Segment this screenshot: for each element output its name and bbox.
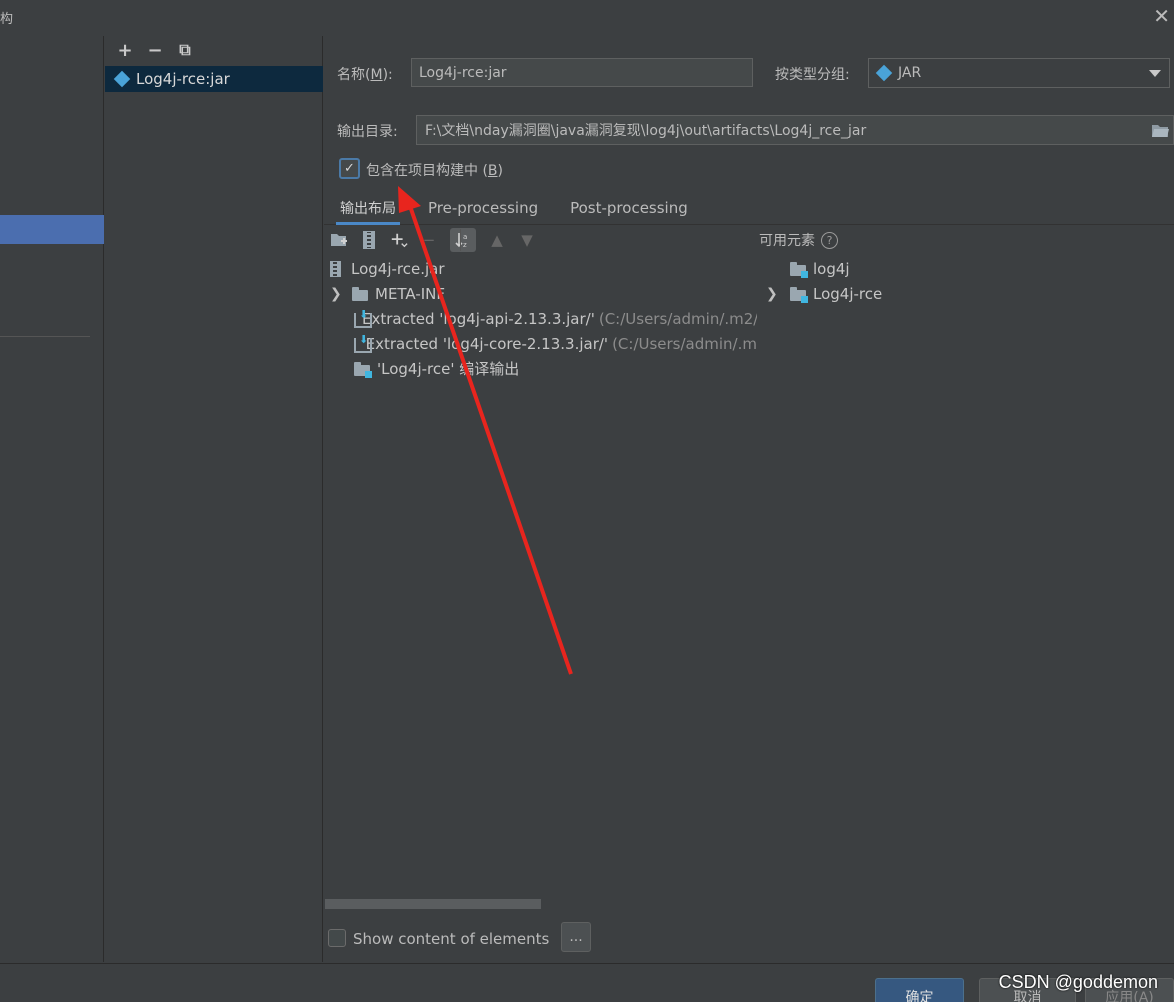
module-folder-icon bbox=[790, 261, 808, 278]
tab-bar: 输出布局 Pre-processing Post-processing bbox=[324, 192, 1174, 225]
output-layout-tree: Log4j-rce.jar ❯ META-INF Extracted 'log4… bbox=[330, 256, 757, 381]
module-folder-icon bbox=[354, 361, 372, 378]
tree-item-label: 'Log4j-rce' 编译输出 bbox=[377, 360, 520, 378]
tree-root[interactable]: Log4j-rce.jar bbox=[330, 256, 757, 281]
ok-button[interactable]: 确定 bbox=[875, 978, 964, 1002]
toolbar-divider bbox=[460, 229, 461, 251]
tree-root-label: Log4j-rce.jar bbox=[351, 259, 445, 278]
tab-pre-processing[interactable]: Pre-processing bbox=[412, 192, 554, 224]
tree-item-extracted-api[interactable]: Extracted 'log4j-api-2.13.3.jar/' (C:/Us… bbox=[330, 306, 757, 331]
include-in-build-label: 包含在项目构建中 (B) bbox=[366, 163, 503, 179]
include-in-build-checkbox[interactable]: ✓ bbox=[339, 158, 360, 179]
remove-element-icon[interactable]: − bbox=[420, 231, 438, 249]
move-down-icon[interactable]: ▼ bbox=[518, 231, 536, 249]
tree-item-path: (C:/Users/admin/.m bbox=[612, 334, 757, 353]
tree-item-compile-output[interactable]: 'Log4j-rce' 编译输出 bbox=[330, 356, 757, 381]
type-dropdown[interactable]: JAR bbox=[868, 58, 1170, 88]
available-item-label: log4j bbox=[813, 259, 850, 278]
chevron-right-icon[interactable]: ❯ bbox=[766, 286, 780, 302]
archive-icon[interactable] bbox=[360, 231, 378, 249]
new-folder-icon[interactable] bbox=[330, 231, 348, 249]
show-content-label: Show content of elements bbox=[353, 930, 550, 948]
available-item-label: Log4j-rce bbox=[813, 284, 883, 303]
window-title: 构 bbox=[0, 12, 14, 27]
output-dir-field[interactable]: F:\文档\nday漏洞圈\java漏洞复现\log4j\out\artifac… bbox=[416, 115, 1174, 145]
tree-item-meta-inf[interactable]: ❯ META-INF bbox=[330, 281, 757, 306]
tab-output-layout[interactable]: 输出布局 bbox=[324, 192, 412, 225]
module-folder-icon bbox=[790, 286, 808, 303]
folder-icon bbox=[352, 286, 368, 301]
svg-text:a: a bbox=[463, 233, 467, 241]
tree-item-path: (C:/Users/admin/.m2/ bbox=[598, 309, 757, 328]
chevron-right-icon[interactable]: ❯ bbox=[330, 286, 344, 302]
artifact-toolbar: + − ⧉ bbox=[105, 36, 322, 64]
name-label: 名称(M): bbox=[337, 67, 393, 83]
name-field[interactable]: Log4j-rce:jar bbox=[411, 58, 753, 87]
extract-icon bbox=[354, 333, 371, 353]
tree-item-label: Extracted 'log4j-core-2.13.3.jar/' bbox=[365, 334, 609, 353]
move-up-icon[interactable]: ▲ bbox=[488, 231, 506, 249]
tab-post-processing[interactable]: Post-processing bbox=[554, 192, 704, 224]
available-item-log4j[interactable]: log4j bbox=[766, 256, 882, 281]
output-dir-value: F:\文档\nday漏洞圈\java漏洞复现\log4j\out\artifac… bbox=[425, 123, 867, 139]
chevron-down-icon bbox=[1149, 70, 1161, 77]
available-elements-header: 可用元素 ? bbox=[759, 230, 838, 250]
close-icon[interactable]: ✕ bbox=[1153, 6, 1170, 26]
watermark: CSDN @goddemon bbox=[998, 972, 1158, 992]
type-label: 按类型分组: bbox=[775, 67, 850, 83]
output-dir-label: 输出目录: bbox=[337, 124, 398, 140]
artifact-item-label: Log4j-rce:jar bbox=[136, 70, 230, 88]
tree-item-label: META-INF bbox=[375, 284, 446, 303]
add-icon[interactable]: + bbox=[115, 40, 135, 61]
more-options-button[interactable]: ... bbox=[561, 922, 591, 952]
help-icon[interactable]: ? bbox=[821, 231, 838, 249]
archive-icon bbox=[330, 260, 341, 277]
artifact-list-panel: + − ⧉ Log4j-rce:jar bbox=[105, 36, 323, 962]
settings-nav-divider bbox=[0, 336, 90, 337]
tree-item-extracted-core[interactable]: Extracted 'log4j-core-2.13.3.jar/' (C:/U… bbox=[330, 331, 757, 356]
tree-item-label: Extracted 'log4j-api-2.13.3.jar/' bbox=[362, 309, 595, 328]
available-item-log4j-rce[interactable]: ❯ Log4j-rce bbox=[766, 281, 882, 306]
layout-toolbar: − az ▲ ▼ bbox=[330, 227, 536, 253]
settings-nav bbox=[0, 36, 104, 962]
artifact-item[interactable]: Log4j-rce:jar bbox=[105, 66, 323, 92]
svg-text:z: z bbox=[463, 241, 467, 249]
available-elements-tree: log4j ❯ Log4j-rce bbox=[766, 256, 882, 306]
available-elements-label: 可用元素 bbox=[759, 233, 815, 249]
copy-icon[interactable]: ⧉ bbox=[175, 40, 195, 60]
jar-icon bbox=[113, 70, 131, 87]
sort-elements-icon[interactable]: az bbox=[450, 228, 476, 252]
settings-nav-selected-item[interactable] bbox=[0, 215, 104, 244]
show-content-checkbox[interactable] bbox=[328, 929, 346, 947]
jar-icon bbox=[875, 64, 893, 81]
remove-icon[interactable]: − bbox=[145, 40, 165, 61]
folder-browse-icon[interactable] bbox=[1151, 122, 1169, 138]
type-dropdown-value: JAR bbox=[898, 65, 922, 81]
add-copy-of-icon[interactable] bbox=[390, 231, 408, 249]
horizontal-scrollbar[interactable] bbox=[325, 899, 541, 909]
